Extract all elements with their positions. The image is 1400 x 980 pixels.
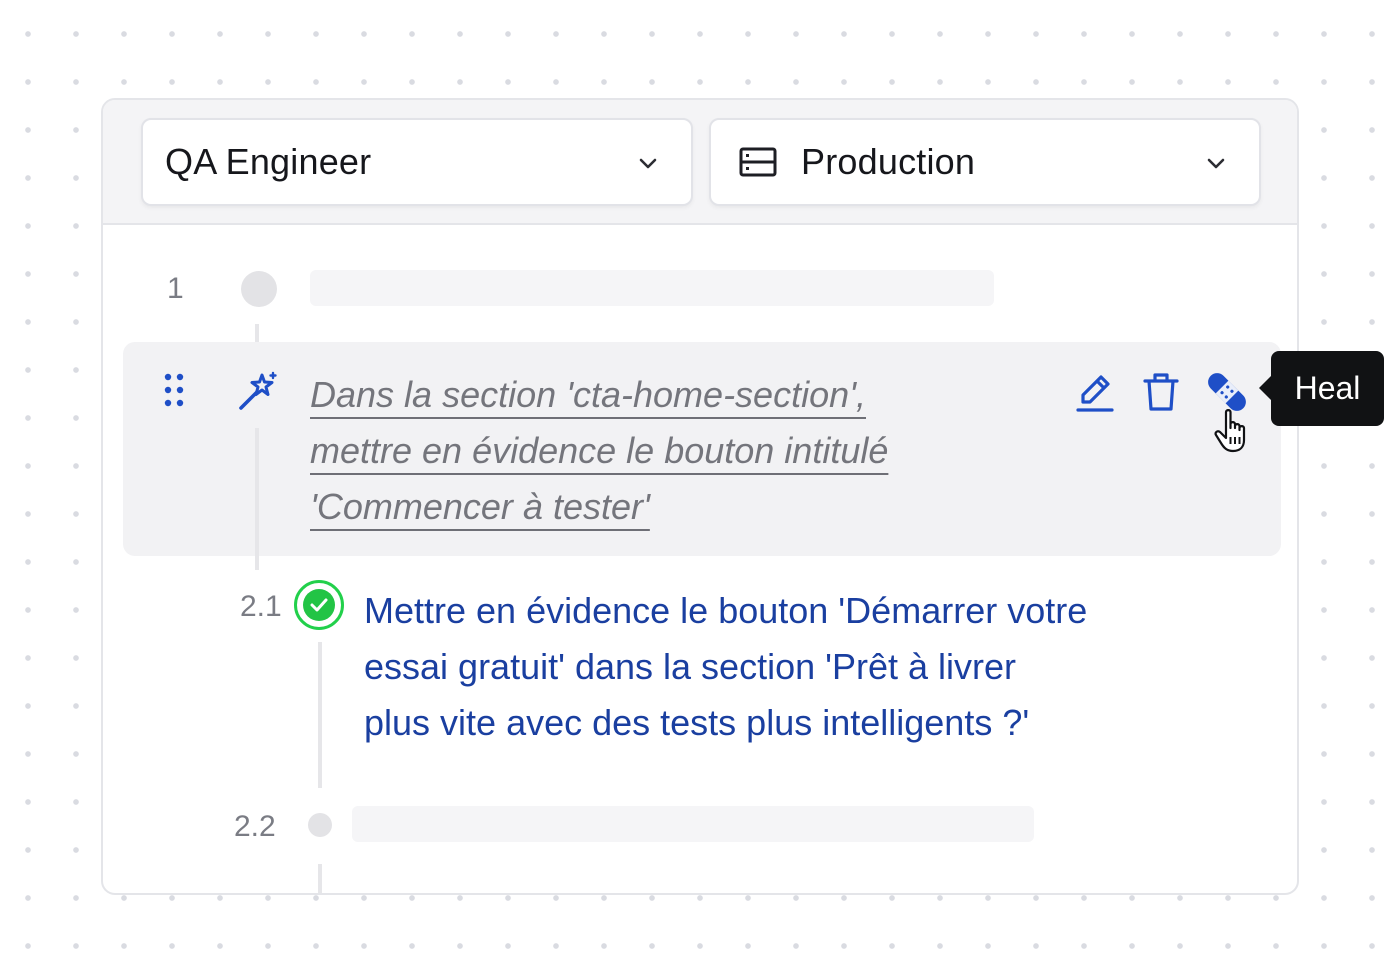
timeline-connector [318, 864, 322, 893]
heal-tooltip: Heal [1259, 351, 1384, 426]
generated-step-text[interactable]: Mettre en évidence le bouton 'Démarrer v… [364, 583, 1184, 751]
step-row-active[interactable]: Dans la section 'cta-home-section', mett… [123, 342, 1281, 570]
step-status-dot [241, 271, 277, 307]
role-select-value: QA Engineer [165, 141, 372, 182]
step-skeleton [310, 270, 994, 306]
test-editor-panel: QA Engineer Production 1 Dans la section… [101, 98, 1299, 895]
toolbar: QA Engineer Production [103, 100, 1297, 225]
chevron-down-icon [1207, 158, 1225, 169]
role-select[interactable]: QA Engineer [141, 118, 693, 206]
environment-select-value: Production [801, 141, 976, 182]
instruction-line: Dans la section 'cta-home-section', [310, 374, 866, 415]
check-circle-icon [310, 598, 328, 612]
chevron-down-icon [639, 158, 657, 169]
step-number-1: 1 [167, 272, 184, 305]
pencil-icon[interactable] [1073, 370, 1117, 414]
instruction-line: mettre en évidence le bouton intitulé [310, 430, 889, 471]
trash-icon[interactable] [1139, 370, 1183, 414]
server-icon [739, 147, 777, 177]
step-skeleton [352, 806, 1034, 842]
step-status [294, 580, 344, 630]
instruction-line: 'Commencer à tester' [310, 486, 650, 527]
generated-line: plus vite avec des tests plus intelligen… [364, 702, 1030, 743]
timeline-connector [255, 428, 259, 570]
step-instruction[interactable]: Dans la section 'cta-home-section', mett… [310, 367, 1030, 535]
environment-select[interactable]: Production [709, 118, 1261, 206]
magic-wand-icon [239, 371, 277, 410]
step-status-dot [308, 813, 332, 837]
step-number-2-1: 2.1 [240, 590, 282, 623]
drag-handle-icon[interactable] [163, 372, 185, 408]
hand-pointer-icon [1214, 409, 1246, 453]
generated-line: essai gratuit' dans la section 'Prêt à l… [364, 646, 1017, 687]
generated-line: Mettre en évidence le bouton 'Démarrer v… [364, 590, 1088, 631]
tooltip-label: Heal [1294, 370, 1361, 406]
step-number-2-2: 2.2 [234, 810, 276, 843]
timeline-connector [318, 642, 322, 788]
